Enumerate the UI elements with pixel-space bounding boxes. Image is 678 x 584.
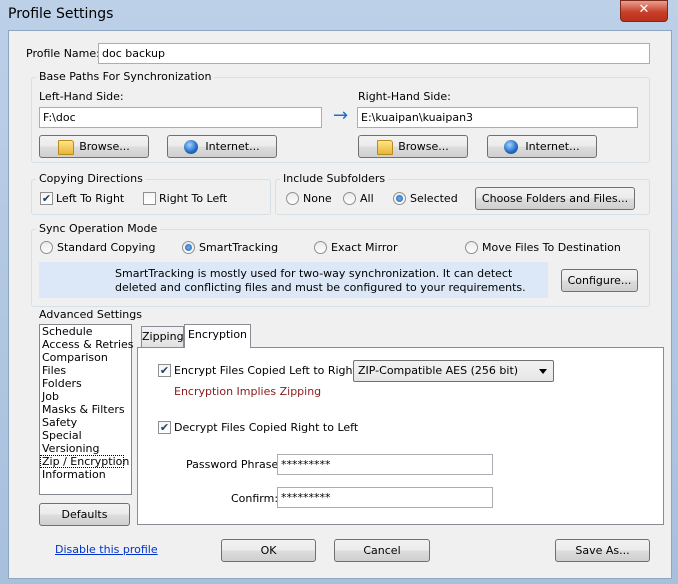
configure-button[interactable]: Configure... bbox=[561, 269, 638, 292]
left-internet-label: Internet... bbox=[205, 140, 260, 153]
list-item[interactable]: Access & Retries bbox=[40, 338, 134, 351]
profile-name-label: Profile Name: bbox=[26, 47, 100, 60]
list-item[interactable]: Special bbox=[40, 429, 131, 442]
standard-copying-radio[interactable] bbox=[40, 241, 53, 254]
folder-icon bbox=[377, 139, 394, 155]
left-internet-button[interactable]: Internet... bbox=[167, 135, 277, 158]
password-label: Password Phrase: bbox=[186, 458, 282, 471]
password-input[interactable]: ********* bbox=[277, 454, 493, 475]
defaults-button[interactable]: Defaults bbox=[39, 503, 130, 526]
encryption-note: Encryption Implies Zipping bbox=[174, 385, 322, 398]
standard-copying-label: Standard Copying bbox=[57, 241, 156, 254]
smarttracking-radio[interactable] bbox=[182, 241, 195, 254]
save-as-button[interactable]: Save As... bbox=[555, 539, 650, 562]
tab-zipping[interactable]: Zipping bbox=[141, 326, 184, 348]
dialog-body: Profile Name: doc backup Base Paths For … bbox=[8, 30, 672, 579]
globe-icon bbox=[504, 140, 519, 154]
disable-profile-link[interactable]: Disable this profile bbox=[55, 543, 158, 556]
advanced-settings-label: Advanced Settings bbox=[36, 308, 145, 321]
choose-folders-button[interactable]: Choose Folders and Files... bbox=[475, 187, 635, 210]
smarttracking-info-box: SmartTracking is mostly used for two-way… bbox=[39, 262, 548, 298]
encrypt-checkbox[interactable]: ✔ bbox=[158, 364, 171, 377]
right-side-label: Right-Hand Side: bbox=[358, 90, 451, 103]
confirm-input[interactable]: ********* bbox=[277, 487, 493, 508]
list-item[interactable]: Information bbox=[40, 468, 131, 481]
decrypt-checkbox[interactable]: ✔ bbox=[158, 421, 171, 434]
decrypt-label: Decrypt Files Copied Right to Left bbox=[174, 421, 359, 434]
subfolders-label: Include Subfolders bbox=[280, 172, 389, 185]
left-browse-label: Browse... bbox=[79, 140, 130, 153]
subfolders-selected-radio[interactable] bbox=[393, 192, 406, 205]
right-internet-label: Internet... bbox=[525, 140, 580, 153]
base-paths-label: Base Paths For Synchronization bbox=[36, 70, 215, 83]
window-title: Profile Settings bbox=[8, 6, 114, 22]
direction-arrow-icon: → bbox=[333, 105, 349, 126]
subfolders-none-radio[interactable] bbox=[286, 192, 299, 205]
move-files-radio[interactable] bbox=[465, 241, 478, 254]
chevron-down-icon bbox=[539, 369, 547, 374]
copy-directions-label: Copying Directions bbox=[36, 172, 146, 185]
list-item[interactable]: Safety bbox=[40, 416, 131, 429]
encryption-method-value: ZIP-Compatible AES (256 bit) bbox=[358, 364, 519, 377]
tab-encryption[interactable]: Encryption bbox=[184, 324, 251, 348]
sync-mode-label: Sync Operation Mode bbox=[36, 222, 161, 235]
info-line-2: deleted and conflicting files and must b… bbox=[115, 281, 526, 294]
confirm-label: Confirm: bbox=[231, 492, 279, 505]
subfolders-all-radio[interactable] bbox=[343, 192, 356, 205]
list-item[interactable]: Versioning bbox=[40, 442, 131, 455]
list-item[interactable]: Job bbox=[40, 390, 131, 403]
list-item-selected[interactable]: Zip / Encryption bbox=[40, 455, 129, 468]
right-browse-button[interactable]: Browse... bbox=[358, 135, 468, 158]
list-item[interactable]: Comparison bbox=[40, 351, 131, 364]
move-files-label: Move Files To Destination bbox=[482, 241, 621, 254]
list-item[interactable]: Files bbox=[40, 364, 131, 377]
subfolders-selected-label: Selected bbox=[410, 192, 458, 205]
subfolders-none-label: None bbox=[303, 192, 332, 205]
exact-mirror-radio[interactable] bbox=[314, 241, 327, 254]
list-item[interactable]: Schedule bbox=[40, 325, 131, 338]
right-path-input[interactable]: E:\kuaipan\kuaipan3 bbox=[357, 107, 638, 128]
exact-mirror-label: Exact Mirror bbox=[331, 241, 398, 254]
globe-icon bbox=[184, 140, 199, 154]
list-item[interactable]: Folders bbox=[40, 377, 131, 390]
left-side-label: Left-Hand Side: bbox=[39, 90, 124, 103]
info-line-1: SmartTracking is mostly used for two-way… bbox=[115, 267, 513, 280]
right-to-left-label: Right To Left bbox=[159, 192, 228, 205]
encryption-method-select[interactable]: ZIP-Compatible AES (256 bit) bbox=[353, 360, 554, 382]
left-browse-button[interactable]: Browse... bbox=[39, 135, 149, 158]
smarttracking-label: SmartTracking bbox=[199, 241, 279, 254]
close-button[interactable]: ✕ bbox=[620, 0, 668, 22]
right-to-left-checkbox[interactable] bbox=[143, 192, 156, 205]
advanced-settings-list[interactable]: Schedule Access & Retries Comparison Fil… bbox=[39, 324, 134, 495]
profile-name-input[interactable]: doc backup bbox=[98, 43, 650, 64]
cancel-button[interactable]: Cancel bbox=[334, 539, 430, 562]
list-item[interactable]: Masks & Filters bbox=[40, 403, 131, 416]
left-path-input[interactable]: F:\doc bbox=[39, 107, 322, 128]
ok-button[interactable]: OK bbox=[221, 539, 316, 562]
encrypt-label: Encrypt Files Copied Left to Right: bbox=[174, 364, 361, 377]
right-internet-button[interactable]: Internet... bbox=[487, 135, 597, 158]
subfolders-all-label: All bbox=[360, 192, 374, 205]
folder-icon bbox=[58, 139, 75, 155]
left-to-right-checkbox[interactable]: ✔ bbox=[40, 192, 53, 205]
left-to-right-label: Left To Right bbox=[56, 192, 125, 205]
right-browse-label: Browse... bbox=[398, 140, 449, 153]
